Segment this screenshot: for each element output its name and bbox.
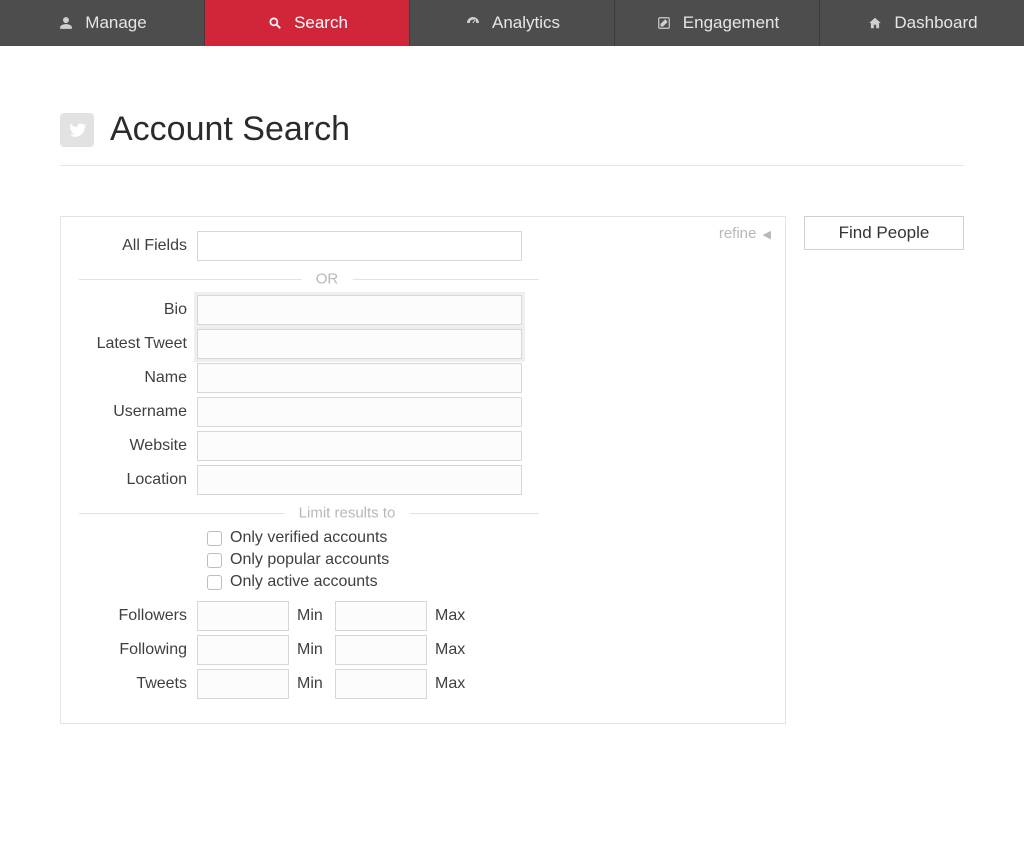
dashboard-icon	[464, 14, 482, 32]
max-label-followers: Max	[427, 607, 473, 625]
input-name[interactable]	[197, 363, 522, 393]
checkbox-verified[interactable]	[207, 531, 222, 546]
row-all-fields: All Fields	[79, 231, 767, 261]
check-row-verified: Only verified accounts	[207, 529, 767, 547]
nav-item-analytics[interactable]: Analytics	[410, 0, 615, 46]
row-username: Username	[79, 397, 767, 427]
user-icon	[57, 14, 75, 32]
nav-item-manage[interactable]: Manage	[0, 0, 205, 46]
min-label-followers: Min	[289, 607, 335, 625]
input-latest-tweet[interactable]	[197, 329, 522, 359]
label-username: Username	[79, 403, 197, 421]
page-title-row: Account Search	[60, 86, 964, 166]
input-following-max[interactable]	[335, 635, 427, 665]
input-following-min[interactable]	[197, 635, 289, 665]
checkbox-popular[interactable]	[207, 553, 222, 568]
input-username[interactable]	[197, 397, 522, 427]
input-followers-max[interactable]	[335, 601, 427, 631]
find-people-label: Find People	[839, 223, 930, 242]
input-all-fields[interactable]	[197, 231, 522, 261]
divider-or-label: OR	[302, 271, 353, 288]
label-all-fields: All Fields	[79, 237, 197, 255]
page-title: Account Search	[110, 110, 350, 149]
checkbox-active[interactable]	[207, 575, 222, 590]
label-latest-tweet: Latest Tweet	[79, 335, 197, 353]
row-location: Location	[79, 465, 767, 495]
nav-label-analytics: Analytics	[492, 13, 560, 33]
nav-item-engagement[interactable]: Engagement	[615, 0, 820, 46]
range-row-following: Following Min Max	[79, 635, 767, 665]
range-label-tweets: Tweets	[79, 675, 197, 693]
row-name: Name	[79, 363, 767, 393]
range-label-followers: Followers	[79, 607, 197, 625]
edit-icon	[655, 14, 673, 32]
search-icon	[266, 14, 284, 32]
label-bio: Bio	[79, 301, 197, 319]
page-body: Account Search refine ◀ All Fields OR Bi…	[0, 46, 1024, 724]
home-icon	[866, 14, 884, 32]
range-row-followers: Followers Min Max	[79, 601, 767, 631]
max-label-following: Max	[427, 641, 473, 659]
input-bio[interactable]	[197, 295, 522, 325]
row-website: Website	[79, 431, 767, 461]
search-form: refine ◀ All Fields OR Bio Latest Tweet	[60, 216, 786, 724]
form-area: refine ◀ All Fields OR Bio Latest Tweet	[60, 216, 964, 724]
label-website: Website	[79, 437, 197, 455]
label-location: Location	[79, 471, 197, 489]
input-tweets-max[interactable]	[335, 669, 427, 699]
range-label-following: Following	[79, 641, 197, 659]
nav-label-dashboard: Dashboard	[894, 13, 977, 33]
find-people-button[interactable]: Find People	[804, 216, 964, 250]
check-label-active: Only active accounts	[230, 573, 378, 591]
range-row-tweets: Tweets Min Max	[79, 669, 767, 699]
nav-label-engagement: Engagement	[683, 13, 779, 33]
input-tweets-min[interactable]	[197, 669, 289, 699]
checkbox-block: Only verified accounts Only popular acco…	[207, 529, 767, 591]
check-label-verified: Only verified accounts	[230, 529, 387, 547]
row-latest-tweet: Latest Tweet	[79, 329, 767, 359]
refine-label: refine	[719, 225, 757, 242]
max-label-tweets: Max	[427, 675, 473, 693]
min-label-tweets: Min	[289, 675, 335, 693]
min-label-following: Min	[289, 641, 335, 659]
refine-toggle[interactable]: refine ◀	[719, 225, 771, 242]
divider-or: OR	[79, 267, 539, 291]
caret-left-icon: ◀	[763, 229, 771, 241]
check-row-popular: Only popular accounts	[207, 551, 767, 569]
check-row-active: Only active accounts	[207, 573, 767, 591]
divider-limit: Limit results to	[79, 501, 539, 525]
nav-label-search: Search	[294, 13, 348, 33]
nav-label-manage: Manage	[85, 13, 146, 33]
twitter-icon	[60, 113, 94, 147]
input-website[interactable]	[197, 431, 522, 461]
check-label-popular: Only popular accounts	[230, 551, 389, 569]
row-bio: Bio	[79, 295, 767, 325]
nav-item-dashboard[interactable]: Dashboard	[820, 0, 1024, 46]
divider-limit-label: Limit results to	[285, 505, 410, 522]
input-followers-min[interactable]	[197, 601, 289, 631]
nav-item-search[interactable]: Search	[205, 0, 410, 46]
label-name: Name	[79, 369, 197, 387]
main-navbar: Manage Search Analytics Engagement Dashb…	[0, 0, 1024, 46]
input-location[interactable]	[197, 465, 522, 495]
